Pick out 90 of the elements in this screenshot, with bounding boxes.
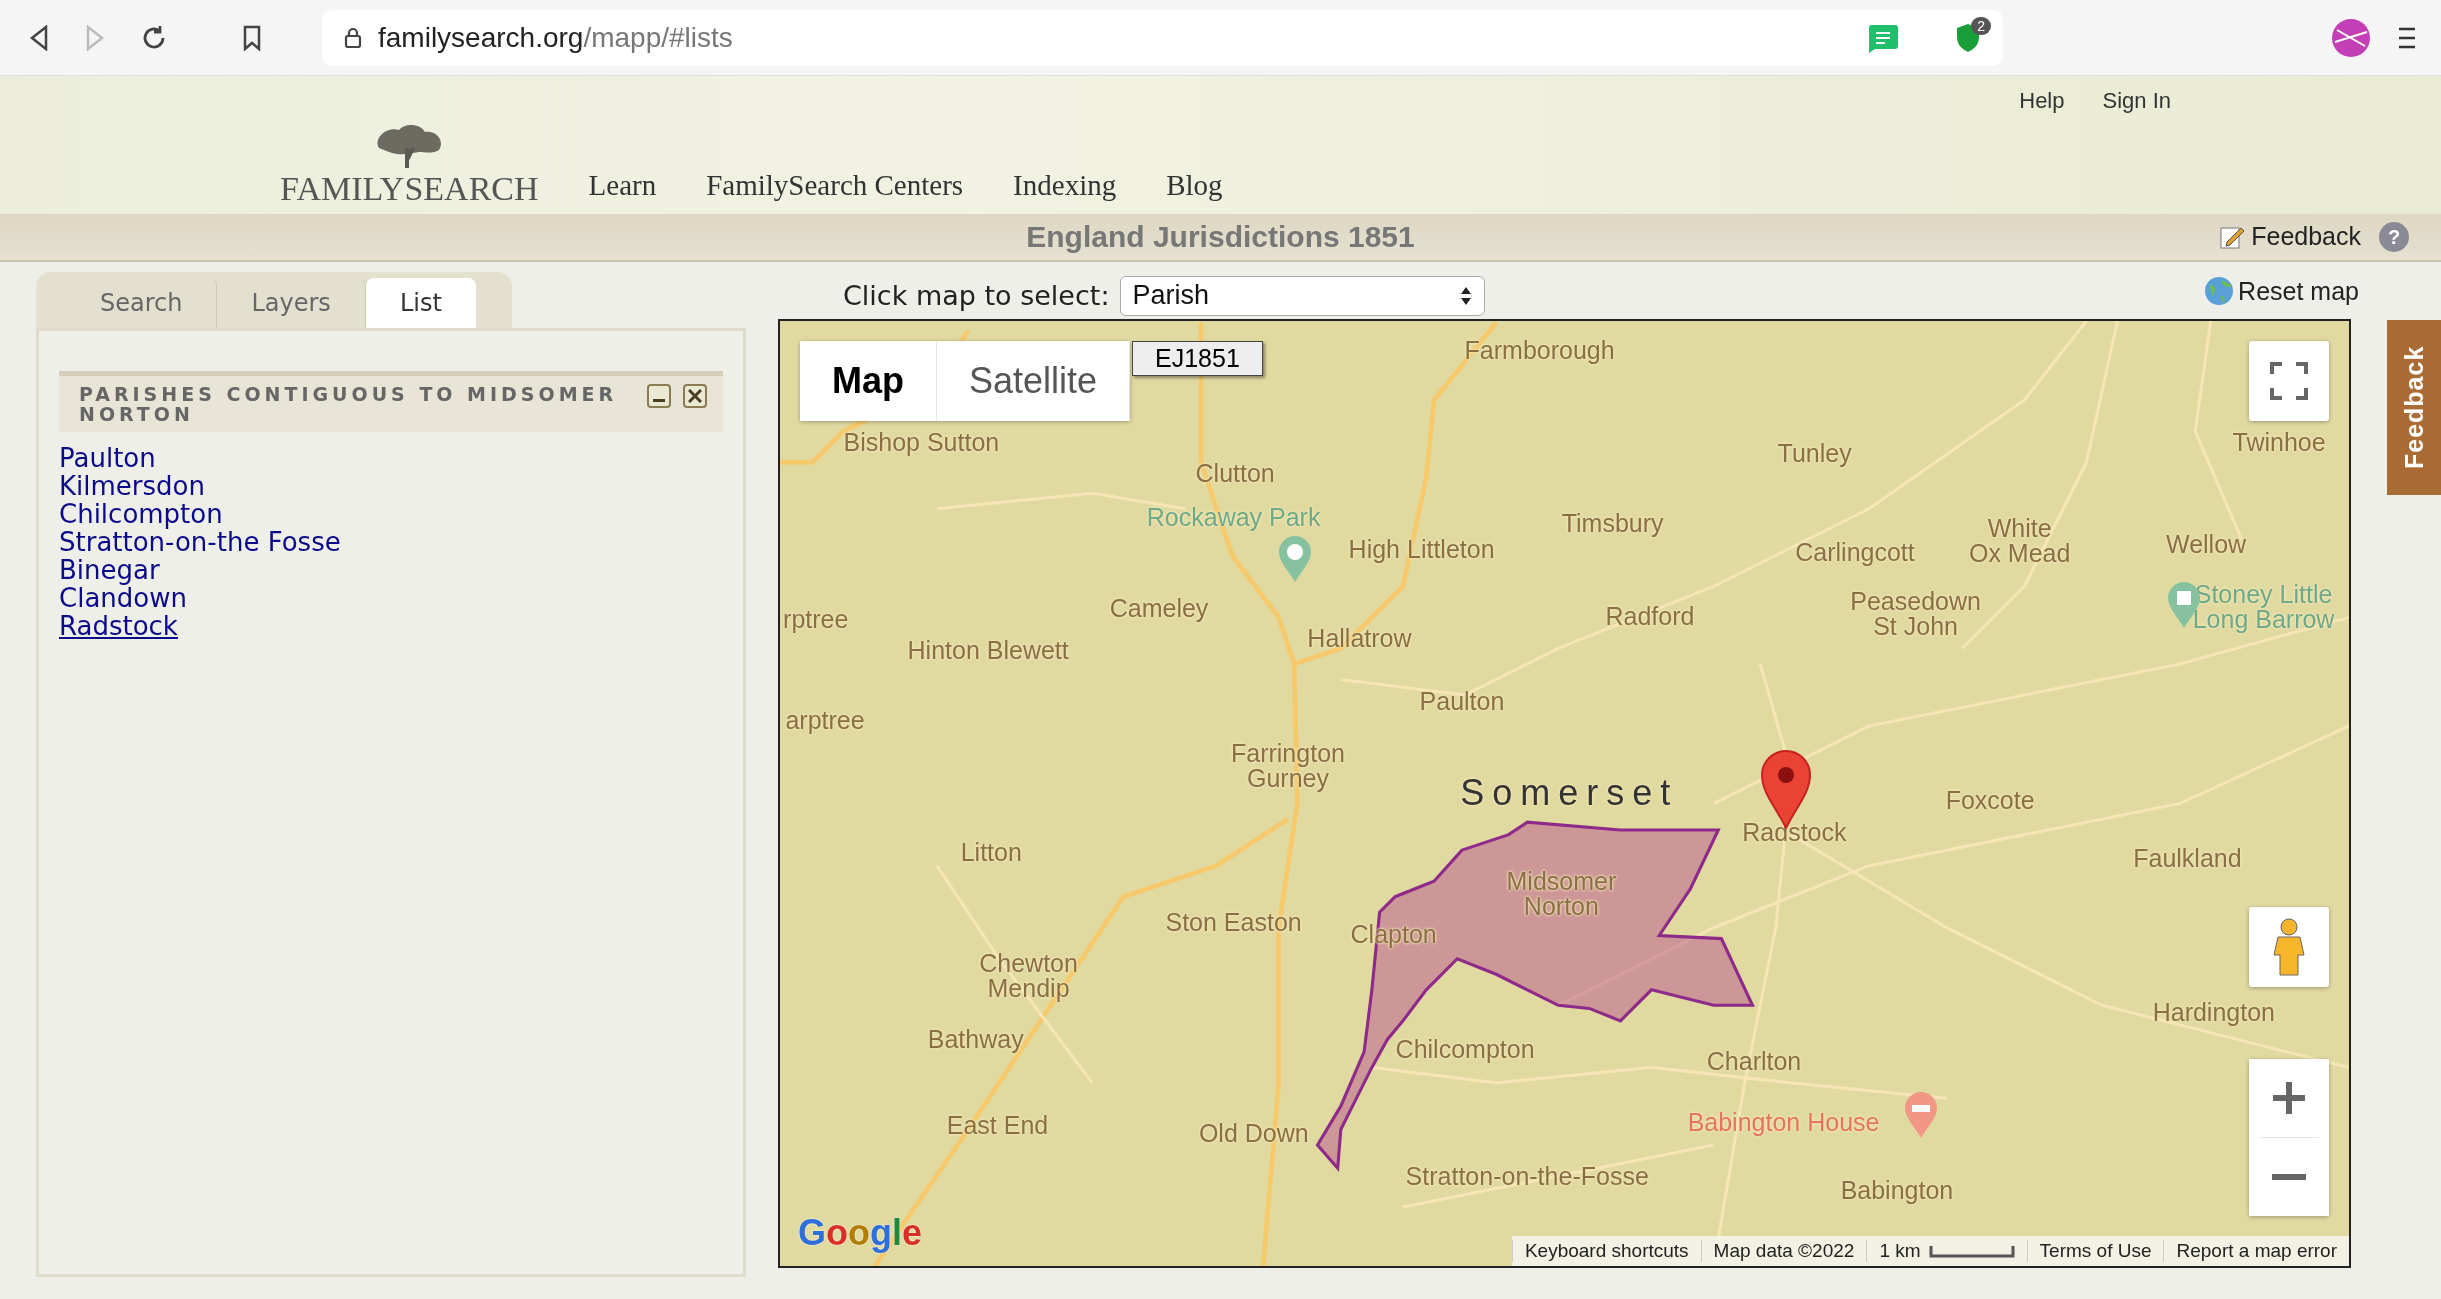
map-place-label: Bishop Sutton — [843, 429, 1000, 455]
logo-text[interactable]: FAMILYSEARCH — [280, 170, 539, 208]
map-place-label: East End — [946, 1112, 1049, 1138]
map-place-label: Stoney Little Long Barrow — [2192, 581, 2335, 632]
map-place-label: Twinhoe — [2232, 429, 2326, 455]
map-place-label: Faulkland — [2133, 845, 2242, 871]
header-link[interactable]: Help — [2019, 88, 2065, 114]
layer-tag: EJ1851 — [1132, 341, 1263, 376]
map-place-label: rptree — [783, 606, 849, 632]
page-title: England Jurisdictions 1851 — [1026, 220, 1415, 254]
map-place-label: Radford — [1605, 603, 1695, 629]
feedback-link[interactable]: Feedback — [2219, 222, 2361, 251]
panel-title: PARISHES CONTIGUOUS TO MIDSOMER NORTON — [79, 384, 619, 424]
map-place-label: Farrington Gurney — [1231, 741, 1345, 792]
map-scale-text: 1 km — [1866, 1240, 2027, 1262]
parish-link[interactable]: Clandown — [59, 584, 187, 612]
map-place-label: Radstock — [1742, 819, 1847, 844]
layer-select[interactable]: Parish — [1119, 275, 1485, 316]
panel-tab[interactable]: List — [365, 278, 476, 328]
person-icon — [2272, 917, 2306, 977]
map-place-label: Farmborough — [1464, 337, 1615, 363]
feedback-side-tab[interactable]: Feedback — [2387, 320, 2441, 495]
parish-link[interactable]: Binegar — [59, 556, 160, 584]
map-place-label: Old Down — [1198, 1120, 1309, 1146]
street-view-button[interactable] — [2249, 907, 2329, 987]
address-bar[interactable]: familysearch.org/mapp/#lists 2 — [322, 9, 2003, 66]
map-place-label: Peasedown St John — [1850, 589, 1981, 640]
map-place-label: Hardington — [2152, 999, 2275, 1024]
parish-link[interactable]: Stratton-on-the Fosse — [59, 528, 341, 556]
map-place-label: Bathway — [927, 1026, 1024, 1052]
zoom-in-button[interactable] — [2249, 1059, 2329, 1137]
parish-link[interactable]: Kilmersdon — [59, 472, 205, 500]
reset-map-link[interactable]: Reset map — [2204, 276, 2359, 306]
map-place-label: Wellow — [2166, 531, 2247, 557]
hotel-pin-icon — [1904, 1091, 1938, 1139]
map-place-label: Cameley — [1109, 595, 1209, 621]
fullscreen-icon — [2270, 362, 2308, 400]
scale-bar-icon — [1928, 1244, 2015, 1258]
profile-avatar-icon[interactable] — [2331, 17, 2371, 58]
nav-link[interactable]: Indexing — [1013, 169, 1117, 202]
map-place-label: Midsomer Norton — [1506, 868, 1617, 919]
map-type-button[interactable]: Map — [800, 341, 937, 421]
plus-icon — [2271, 1080, 2307, 1116]
nav-link[interactable]: FamilySearch Centers — [706, 169, 964, 202]
parish-link[interactable]: Paulton — [59, 444, 156, 472]
parish-link[interactable]: Chilcompton — [59, 500, 223, 528]
close-icon — [688, 389, 702, 403]
url-text: familysearch.org/mapp/#lists — [378, 21, 734, 54]
nav-link[interactable]: Learn — [588, 169, 657, 202]
minimize-icon — [652, 398, 666, 402]
map-place-label: Babington — [1840, 1177, 1954, 1203]
map-footer-link[interactable]: Terms of Use — [2026, 1240, 2164, 1262]
select-label: Click map to select: — [843, 280, 1110, 311]
minimize-button[interactable] — [647, 384, 671, 408]
map-footer-link[interactable]: Report a map error — [2163, 1240, 2349, 1262]
map-footer-text[interactable]: Keyboard shortcuts — [1511, 1240, 1701, 1262]
zoom-out-button[interactable] — [2249, 1138, 2329, 1216]
parish-link[interactable]: Radstock — [59, 612, 178, 640]
map-provider-logo: Google — [798, 1212, 923, 1254]
map-type-button[interactable]: Satellite — [937, 341, 1131, 421]
extension-badge: 2 — [1971, 16, 1991, 35]
map-place-label: Carlingcott — [1795, 539, 1915, 565]
fullscreen-button[interactable] — [2249, 341, 2329, 421]
map-place-label: Hinton Blewett — [907, 637, 1069, 663]
map-place-label: arptree — [785, 707, 865, 733]
map-place-label: Chilcompton — [1395, 1036, 1535, 1062]
map-place-label: White Ox Mead — [1968, 516, 2071, 567]
park-pin-icon — [1278, 535, 1312, 583]
header-link[interactable]: Sign In — [2102, 88, 2171, 114]
minus-icon — [2272, 1174, 2306, 1180]
map-place-label: High Littleton — [1348, 536, 1495, 562]
map-place-label: Stratton-on-the-Fosse — [1405, 1163, 1649, 1189]
map-place-label: Paulton — [1419, 688, 1505, 714]
map-place-label: Foxcote — [1945, 787, 2035, 813]
nav-link[interactable]: Blog — [1166, 169, 1223, 202]
map-place-label: Tunley — [1777, 440, 1852, 466]
map-footer-text: Map data ©2022 — [1700, 1240, 1867, 1262]
lock-icon — [344, 26, 362, 49]
map-place-label: Somerset — [1460, 774, 1679, 811]
map-place-label: Litton — [960, 839, 1022, 865]
close-button[interactable] — [683, 384, 707, 408]
map-place-label: Chewton Mendip — [979, 950, 1078, 1001]
map-place-label: Charlton — [1706, 1048, 1802, 1074]
map-place-label: Rockaway Park — [1146, 504, 1321, 529]
map-place-label: Hallatrow — [1307, 625, 1412, 651]
map-place-label: Ston Easton — [1165, 909, 1302, 934]
globe-icon — [2204, 276, 2235, 306]
map-place-label: Timsbury — [1561, 510, 1664, 536]
map-place-label: Babington House — [1687, 1109, 1880, 1135]
map-place-label: Clutton — [1195, 460, 1275, 486]
